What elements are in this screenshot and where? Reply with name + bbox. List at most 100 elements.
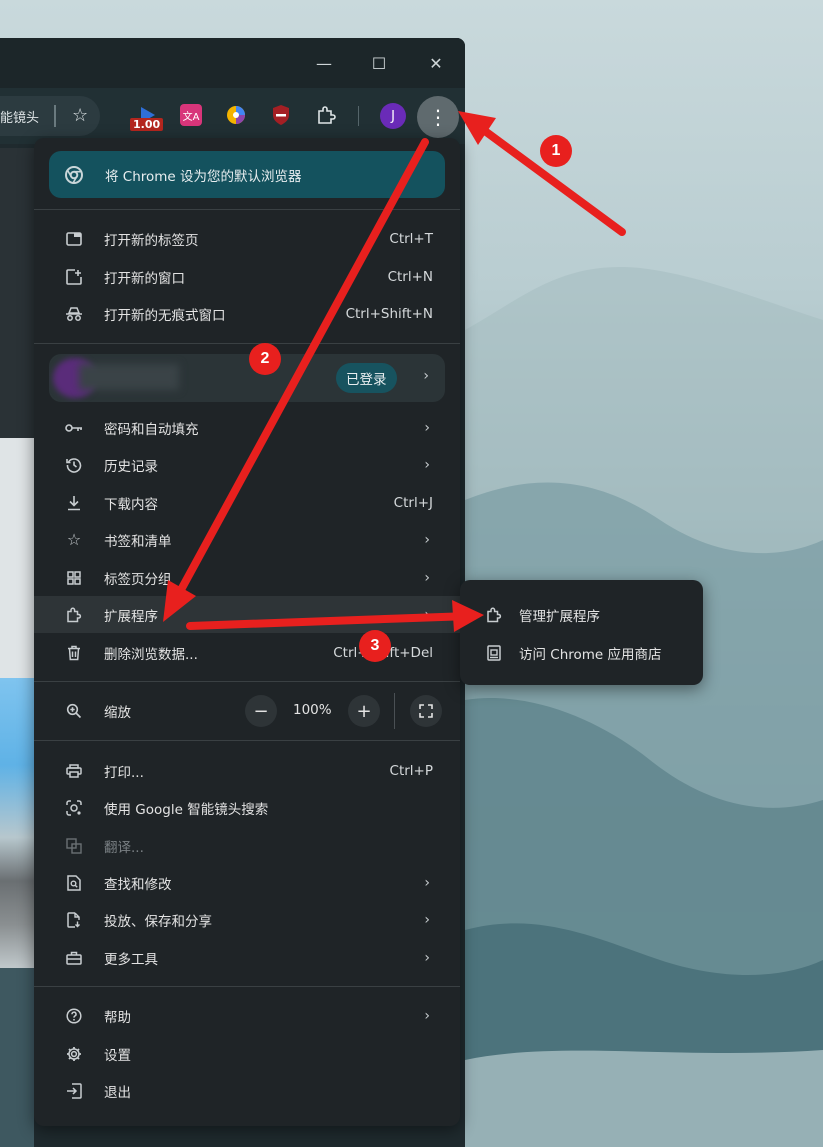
web-store-icon <box>484 643 504 663</box>
download-icon <box>64 493 84 513</box>
zoom-in-button[interactable]: + <box>348 695 380 727</box>
menu-item-passwords[interactable]: 密码和自动填充 › <box>34 409 460 446</box>
shield-extension-icon[interactable] <box>270 104 292 126</box>
page-content-bottom <box>0 968 34 1147</box>
gear-icon <box>64 1044 84 1064</box>
menu-item-label: 扩展程序 <box>104 608 158 625</box>
menu-item-cast-save-share[interactable]: 投放、保存和分享 › <box>34 901 460 938</box>
close-button[interactable]: ✕ <box>421 50 451 76</box>
printer-icon <box>64 761 84 781</box>
menu-item-label: 书签和清单 <box>104 533 172 550</box>
menu-item-new-tab[interactable]: 打开新的标签页 Ctrl+T <box>34 220 460 257</box>
key-icon <box>64 418 84 438</box>
menu-item-shortcut: Ctrl+N <box>387 268 433 285</box>
bookmark-star-icon[interactable]: ☆ <box>72 105 88 126</box>
menu-item-google-lens[interactable]: 使用 Google 智能镜头搜索 <box>34 789 460 826</box>
menu-item-shortcut: Ctrl+P <box>389 762 433 779</box>
page-content-dark <box>0 148 34 448</box>
chevron-right-icon: › <box>424 1007 430 1024</box>
step-badge-1: 1 <box>540 135 572 167</box>
menu-item-incognito[interactable]: 打开新的无痕式窗口 Ctrl+Shift+N <box>34 295 460 332</box>
menu-item-label: 标签页分组 <box>104 571 172 588</box>
chrome-menu-button[interactable]: ⋮ <box>417 96 459 138</box>
profile-name-blurred <box>79 364 179 390</box>
zoom-out-button[interactable]: − <box>245 695 277 727</box>
address-text: 能镜头 <box>0 110 40 126</box>
menu-item-shortcut: Ctrl+Shift+N <box>345 305 433 322</box>
menu-item-clear-data[interactable]: 删除浏览数据... Ctrl+Shift+Del <box>34 634 460 671</box>
extensions-puzzle-icon[interactable] <box>315 104 337 126</box>
menu-item-shortcut: Ctrl+J <box>393 494 433 511</box>
default-browser-promo[interactable]: 将 Chrome 设为您的默认浏览器 <box>49 151 445 198</box>
submenu-item-manage-extensions[interactable]: 管理扩展程序 <box>460 596 703 633</box>
menu-item-more-tools[interactable]: 更多工具 › <box>34 939 460 976</box>
menu-item-label: 打开新的无痕式窗口 <box>104 307 226 324</box>
translate-extension-icon[interactable]: 文A <box>180 104 202 126</box>
promo-label: 将 Chrome 设为您的默认浏览器 <box>105 168 302 185</box>
chrome-logo-icon <box>65 165 83 184</box>
save-share-icon <box>64 910 84 930</box>
fullscreen-button[interactable] <box>410 695 442 727</box>
toolbar: 能镜头 ☆ 1.00 文A J ⋮ <box>0 88 465 144</box>
toolbox-icon <box>64 948 84 968</box>
step-badge-3: 3 <box>359 630 391 662</box>
menu-item-label: 密码和自动填充 <box>104 421 199 438</box>
zoom-value: 100% <box>293 702 332 718</box>
menu-item-tab-groups[interactable]: 标签页分组 › <box>34 559 460 596</box>
chevron-right-icon: › <box>424 874 430 891</box>
menu-item-print[interactable]: 打印... Ctrl+P <box>34 752 460 789</box>
menu-divider <box>34 209 460 210</box>
menu-item-extensions[interactable]: 扩展程序 › <box>34 596 460 633</box>
help-icon <box>64 1006 84 1026</box>
menu-divider <box>34 343 460 344</box>
extension-badge: 1.00 <box>130 118 164 131</box>
menu-item-label: 下载内容 <box>104 496 158 513</box>
profile-avatar[interactable]: J <box>380 103 406 129</box>
chevron-right-icon: › <box>424 569 430 586</box>
title-bar: — ☐ ✕ <box>0 38 465 88</box>
extensions-submenu: 管理扩展程序 访问 Chrome 应用商店 <box>460 580 703 685</box>
chevron-right-icon: › <box>424 531 430 548</box>
zoom-separator <box>394 693 395 729</box>
menu-item-label: 退出 <box>104 1084 131 1101</box>
menu-item-label: 历史记录 <box>104 458 158 475</box>
page-content-image <box>0 678 34 968</box>
menu-item-label: 删除浏览数据... <box>104 646 198 663</box>
color-extension-icon[interactable] <box>225 104 247 126</box>
menu-item-settings[interactable]: 设置 <box>34 1035 460 1072</box>
menu-item-label: 打印... <box>104 764 144 781</box>
history-icon <box>64 455 84 475</box>
menu-divider <box>34 740 460 741</box>
chevron-right-icon: › <box>424 419 430 436</box>
chrome-main-menu: 将 Chrome 设为您的默认浏览器 打开新的标签页 Ctrl+T 打开新的窗口… <box>34 138 460 1126</box>
chevron-right-icon: › <box>423 368 429 384</box>
minimize-button[interactable]: — <box>309 50 339 76</box>
translate-icon <box>64 836 84 856</box>
profile-row[interactable]: 已登录 › <box>49 354 445 402</box>
menu-item-exit[interactable]: 退出 <box>34 1072 460 1109</box>
chevron-right-icon: › <box>424 606 430 623</box>
menu-divider <box>34 986 460 987</box>
new-tab-icon <box>64 229 84 249</box>
menu-item-label: 打开新的窗口 <box>104 270 185 287</box>
zoom-icon <box>64 701 84 721</box>
find-page-icon <box>64 873 84 893</box>
menu-item-label: 设置 <box>104 1047 131 1064</box>
toolbar-separator <box>358 106 359 126</box>
address-separator <box>54 105 56 127</box>
menu-item-label: 查找和修改 <box>104 876 172 893</box>
submenu-item-label: 访问 Chrome 应用商店 <box>519 646 662 663</box>
chevron-right-icon: › <box>424 949 430 966</box>
menu-item-find-edit[interactable]: 查找和修改 › <box>34 864 460 901</box>
maximize-button[interactable]: ☐ <box>364 50 394 76</box>
menu-item-bookmarks[interactable]: ☆ 书签和清单 › <box>34 521 460 558</box>
step-badge-2: 2 <box>249 343 281 375</box>
menu-item-label: 更多工具 <box>104 951 158 968</box>
submenu-item-web-store[interactable]: 访问 Chrome 应用商店 <box>460 634 703 671</box>
menu-item-new-window[interactable]: 打开新的窗口 Ctrl+N <box>34 258 460 295</box>
menu-item-translate[interactable]: 翻译... <box>34 827 460 864</box>
menu-item-history[interactable]: 历史记录 › <box>34 446 460 483</box>
menu-item-help[interactable]: 帮助 › <box>34 997 460 1034</box>
menu-item-label: 缩放 <box>104 704 131 721</box>
menu-item-downloads[interactable]: 下载内容 Ctrl+J <box>34 484 460 521</box>
